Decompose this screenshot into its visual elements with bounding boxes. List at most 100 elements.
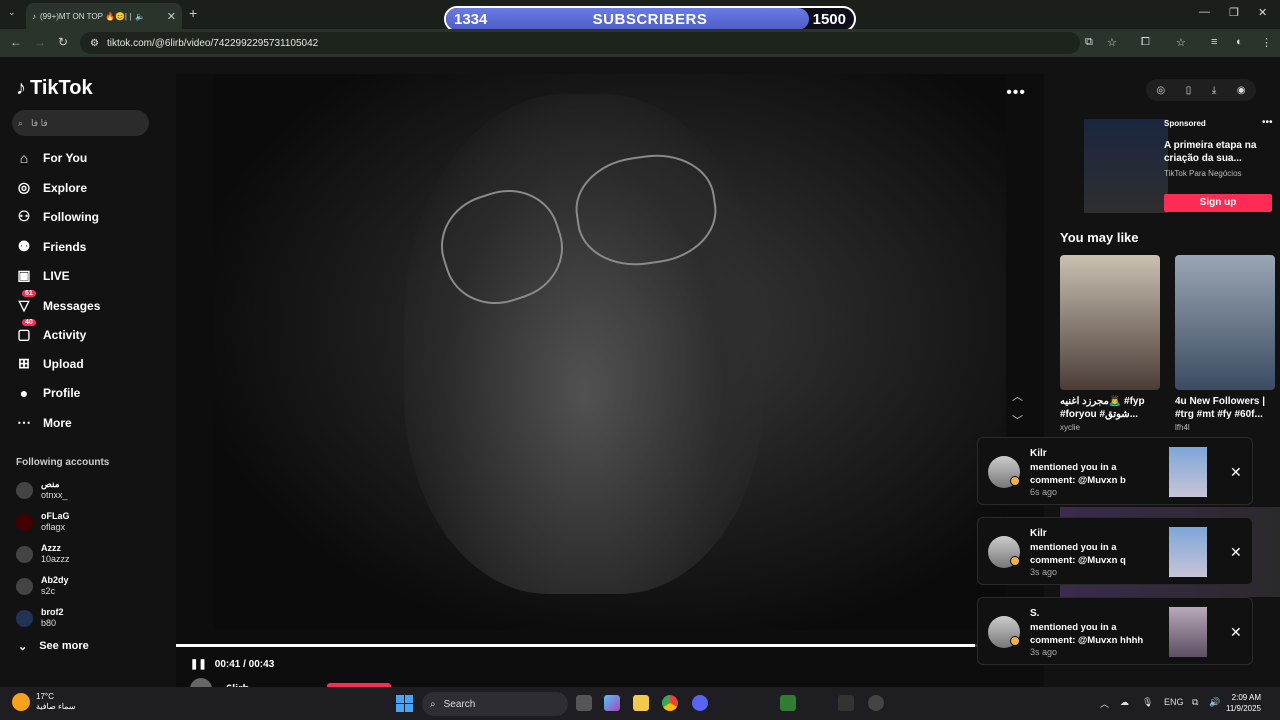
tab-search-icon[interactable]: ⌄ [8,7,20,19]
following-account[interactable]: Azzz 10azzz [16,543,70,565]
video-more-icon[interactable]: ••• [1006,84,1026,102]
avatar-icon[interactable]: ◉ [1237,85,1246,96]
sidebar-item-profile[interactable]: ● Profile [16,385,81,401]
maximize-icon[interactable]: ❐ [1229,6,1239,19]
minimize-icon[interactable]: — [1199,6,1210,18]
install-app-icon[interactable]: ⧉ [1085,36,1093,49]
video-frame[interactable] [214,74,1006,630]
volume-icon[interactable]: 🔊 [1209,697,1220,708]
sidebar-item-following[interactable]: ⚇ Following [16,208,99,225]
following-account[interactable]: Ab2dy s2c [16,575,69,597]
sidebar-item-for-you[interactable]: ⌂ For You [16,150,87,166]
see-more-button[interactable]: ⌄ See more [18,640,89,653]
mention-notification[interactable]: S. mentioned you in a comment: @Muvxn hh… [977,597,1253,665]
copilot-icon[interactable] [604,695,620,711]
card-title: مجرزد اغنيه🙇‍♂️ #fyp #foryou #شوتق... [1060,396,1145,420]
bookmarks-icon[interactable]: ☆ [1176,36,1186,49]
address-bar[interactable]: ⚙ tiktok.com/@6lirb/video/74229922957311… [80,32,1080,54]
account-name: oFLaG [41,511,70,521]
chevron-down-icon: ⌄ [18,641,28,653]
tiktok-note-icon: ♪ [16,77,26,99]
avatar[interactable] [190,678,212,687]
sidebar: ♪ TikTok ⌕ فا فا ⌂ For You ◎ Explore ⚇ F… [0,57,160,687]
recommended-video-card[interactable]: 4u New Followers | #trg #mt #fy #60f... … [1175,255,1275,432]
tiktok-logo[interactable]: ♪ TikTok [16,77,93,100]
discord-icon[interactable] [692,695,708,711]
close-icon[interactable]: ✕ [1230,544,1242,561]
following-icon: ⚇ [17,208,31,224]
pause-icon[interactable]: ❚❚ [190,659,207,670]
notification-time: 3s ago [1030,567,1058,577]
app-icon[interactable] [838,695,854,711]
tray-chevron-icon[interactable]: ︿ [1100,697,1109,710]
sidebar-item-activity[interactable]: ▢ 40 Activity [16,319,86,343]
bookmark-star-icon[interactable]: ☆ [1107,36,1117,49]
start-button[interactable] [396,695,413,712]
sidebar-item-explore[interactable]: ◎ Explore [16,179,87,196]
compass-icon[interactable]: ◎ [1156,85,1165,96]
forward-icon[interactable]: → [34,35,46,49]
obs-icon[interactable] [868,695,884,711]
site-info-icon[interactable]: ⚙ [90,38,99,49]
cloud-icon[interactable]: ☁ [1120,697,1129,708]
sidebar-item-label: Upload [43,356,84,371]
speaker-icon[interactable]: 🔈 [135,12,145,21]
following-account[interactable]: brof2 b80 [16,607,64,629]
recommended-video-card[interactable]: مجرزد اغنيه🙇‍♂️ #fyp #foryou #شوتق... xy… [1060,255,1160,432]
download-icon[interactable]: ⤓ [1212,85,1216,96]
browser-tab[interactable]: ♪ (99+)MT ON TOP 🔥😊| | 🔈 ✕ [26,3,182,29]
sidebar-item-friends[interactable]: ⚉ Friends [16,238,87,255]
sidebar-item-label: Profile [43,386,81,400]
sidebar-item-upload[interactable]: ⊞ Upload [16,355,84,372]
chrome-icon[interactable] [662,695,678,711]
close-window-icon[interactable]: ✕ [1258,6,1267,19]
taskbar-clock[interactable]: 2:09 AM 11/9/2025 [1226,692,1261,714]
sidebar-item-label: Explore [43,180,88,195]
close-tab-icon[interactable]: ✕ [167,10,176,23]
sponsored-title[interactable]: A primeira etapa na criação da sua... [1164,139,1262,165]
video-progress-fill [176,644,975,647]
phone-icon[interactable]: ▯ [1186,85,1192,96]
new-tab-icon[interactable]: + [189,5,197,21]
mention-notification[interactable]: Kilr mentioned you in a comment: @Muvxn … [977,517,1253,585]
sponsored-image[interactable] [1084,119,1168,213]
close-icon[interactable]: ✕ [1230,464,1242,481]
browser-menu-icon[interactable]: ⋮ [1261,36,1272,49]
media-controls-icon[interactable]: ≡ [1211,36,1217,48]
sidebar-item-more[interactable]: ⋯ More [16,414,72,431]
weather-widget[interactable]: 17°C سماء صافية [12,692,76,712]
taskbar-search[interactable]: ⌕ Search [422,692,568,716]
language-indicator[interactable]: ENG [1164,697,1184,707]
network-icon[interactable]: ⧉ [1192,697,1198,708]
search-input[interactable]: ⌕ فا فا [12,110,149,136]
sign-up-button[interactable]: Sign up [1164,194,1272,212]
file-explorer-icon[interactable] [633,695,649,711]
mention-notification[interactable]: Kilr mentioned you in a comment: @Muvxn … [977,437,1253,505]
video-player[interactable]: ••• ︿ ﹀ ❚❚ 00:41 / 00:43 6lirb [176,74,1044,687]
next-video-icon[interactable]: ﹀ [1012,412,1023,428]
sidebar-item-label: For You [43,151,88,165]
video-progress-bar[interactable] [176,644,1044,647]
following-account[interactable]: oFLaG oflagx [16,511,70,533]
coin-badge-icon [1010,636,1020,646]
following-account[interactable]: منص otnxx_ [16,479,68,501]
nvidia-icon[interactable] [780,695,796,711]
microphone-icon[interactable]: 🎙 [1142,697,1153,708]
sidebar-item-messages[interactable]: ▽ 61 Messages [16,290,100,314]
video-thumbnail[interactable] [1060,255,1160,390]
sidebar-item-label: LIVE [43,268,70,283]
reload-icon[interactable]: ↻ [58,35,68,49]
video-thumbnail [1169,607,1207,657]
close-icon[interactable]: ✕ [1230,624,1242,641]
url-text: tiktok.com/@6lirb/video/7422992295731105… [106,37,319,49]
previous-video-icon[interactable]: ︿ [1012,388,1023,404]
task-view-icon[interactable] [576,695,592,711]
following-accounts-title: Following accounts [16,457,110,468]
profile-avatar-icon[interactable]: ◐ [1236,36,1243,48]
extensions-icon[interactable]: ⧠ [1141,36,1150,49]
sidebar-item-live[interactable]: ▣ LIVE [16,267,70,284]
back-icon[interactable]: ← [10,35,22,49]
messages-icon: ▽ 61 [16,290,36,314]
video-thumbnail[interactable] [1175,255,1275,390]
sponsored-more-icon[interactable]: ••• [1262,117,1273,128]
